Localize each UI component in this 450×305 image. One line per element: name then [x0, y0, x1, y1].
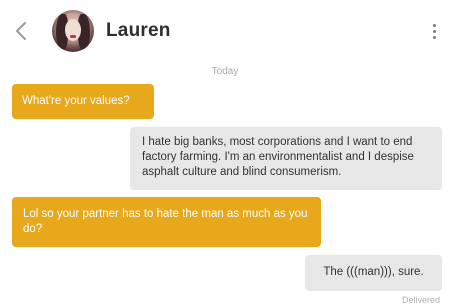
contact-name[interactable]: Lauren — [106, 20, 171, 42]
date-separator: Today — [211, 66, 239, 77]
chat-header: Lauren — [0, 0, 450, 62]
message-bubble-incoming[interactable]: What're your values? — [12, 84, 154, 119]
vertical-dots-icon — [432, 23, 436, 27]
message-bubble-incoming[interactable]: Lol so your partner has to hate the man … — [12, 197, 321, 247]
back-button[interactable] — [10, 18, 32, 44]
avatar[interactable] — [52, 10, 94, 52]
message-bubble-outgoing[interactable]: I hate big banks, most corporations and … — [130, 127, 442, 190]
message-bubble-outgoing[interactable]: The (((man))), sure. — [305, 255, 442, 291]
more-options-button[interactable] — [426, 18, 442, 44]
delivery-status: Delivered — [401, 295, 440, 305]
chevron-left-icon — [16, 22, 26, 40]
